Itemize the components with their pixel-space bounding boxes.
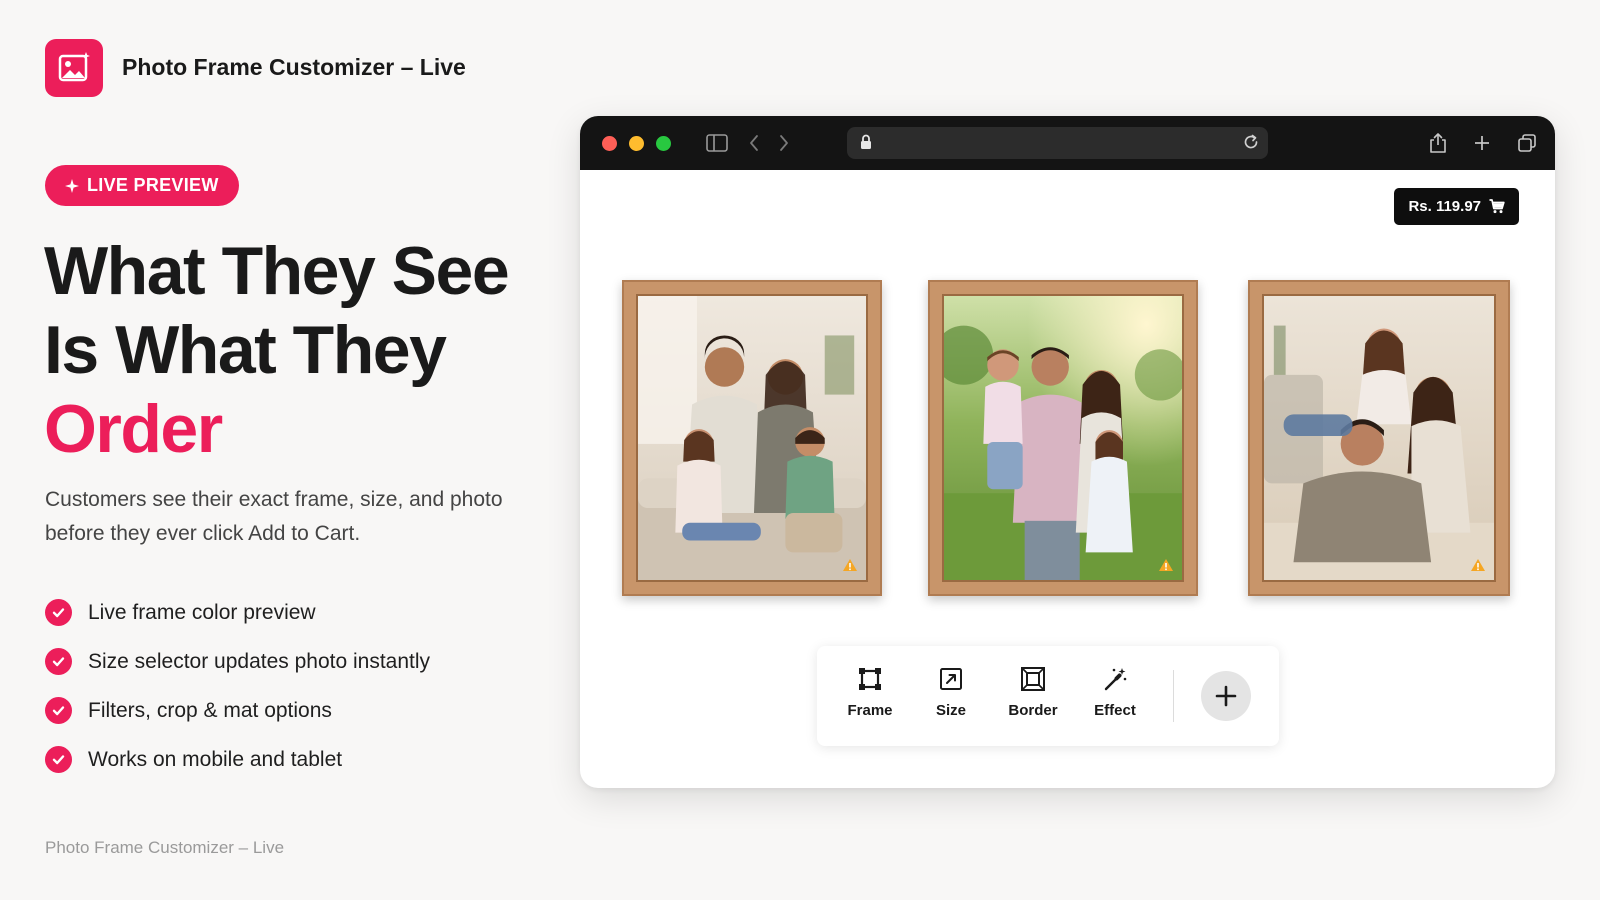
check-icon xyxy=(45,648,72,675)
live-preview-badge: LIVE PREVIEW xyxy=(45,165,239,206)
feature-list: Live frame color preview Size selector u… xyxy=(45,588,430,784)
cart-button[interactable]: Rs. 119.97 xyxy=(1394,188,1519,225)
feature-label: Size selector updates photo instantly xyxy=(88,649,431,673)
feature-label: Filters, crop & mat options xyxy=(88,698,332,722)
tool-label: Effect xyxy=(1094,702,1136,719)
feature-label: Live frame color preview xyxy=(88,600,316,624)
footer-text: Photo Frame Customizer – Live xyxy=(45,838,285,857)
magic-wand-icon xyxy=(1104,668,1127,691)
address-bar[interactable] xyxy=(847,127,1268,159)
tool-label: Frame xyxy=(847,702,893,719)
feature-item: Filters, crop & mat options xyxy=(45,686,430,735)
border-icon xyxy=(1021,667,1045,691)
minimize-window-button[interactable] xyxy=(629,136,644,151)
feature-item: Size selector updates photo instantly xyxy=(45,637,430,686)
feature-item: Live frame color preview xyxy=(45,588,430,637)
photo-frame-2[interactable] xyxy=(928,280,1198,596)
warning-icon xyxy=(1471,559,1485,571)
forward-icon[interactable] xyxy=(772,131,796,155)
toolbar-divider xyxy=(1173,670,1174,722)
size-tool-button[interactable]: Size xyxy=(916,666,986,719)
border-tool-button[interactable]: Border xyxy=(998,666,1068,719)
browser-window: Rs. 119.97 Frame Size Border Effect xyxy=(580,116,1555,788)
new-tab-icon[interactable] xyxy=(1470,131,1494,155)
tool-label: Border xyxy=(1008,702,1058,719)
photo-frame-3[interactable] xyxy=(1248,280,1510,596)
effect-tool-button[interactable]: Effect xyxy=(1080,666,1150,719)
family-sofa-photo xyxy=(638,296,866,580)
frame-crop-icon xyxy=(859,668,881,690)
sparkle-icon xyxy=(65,178,79,193)
headline-accent: Order xyxy=(44,391,223,467)
photo-frame-1[interactable] xyxy=(622,280,882,596)
headline: What They See Is What They Order xyxy=(44,232,510,469)
sidebar-toggle-icon[interactable] xyxy=(705,131,729,155)
hero-subtext: Customers see their exact frame, size, a… xyxy=(45,488,503,545)
headline-line-2: Is What They xyxy=(44,312,447,388)
tool-label: Size xyxy=(935,702,966,719)
image-sparkle-icon xyxy=(58,52,90,82)
warning-icon xyxy=(843,559,857,571)
check-icon xyxy=(45,599,72,626)
maximize-window-button[interactable] xyxy=(656,136,671,151)
cart-icon xyxy=(1489,199,1505,214)
close-window-button[interactable] xyxy=(602,136,617,151)
check-icon xyxy=(45,697,72,724)
headline-line-1: What They See xyxy=(44,233,510,309)
app-logo xyxy=(45,39,103,97)
share-icon[interactable] xyxy=(1426,131,1450,155)
back-icon[interactable] xyxy=(742,131,766,155)
tab-overview-icon[interactable] xyxy=(1515,131,1539,155)
family-floor-photo xyxy=(1264,296,1494,580)
badge-label: LIVE PREVIEW xyxy=(87,175,219,195)
plus-icon xyxy=(1215,685,1237,707)
feature-label: Works on mobile and tablet xyxy=(88,747,343,771)
editor-toolbar: Frame Size Border Effect xyxy=(817,646,1279,746)
resize-icon xyxy=(940,668,962,690)
browser-toolbar xyxy=(580,116,1555,170)
warning-icon xyxy=(1159,559,1173,571)
lock-icon xyxy=(860,134,872,155)
reload-icon[interactable] xyxy=(1242,133,1260,156)
check-icon xyxy=(45,746,72,773)
feature-item: Works on mobile and tablet xyxy=(45,735,430,784)
family-outdoors-photo xyxy=(944,296,1182,580)
cart-total: Rs. 119.97 xyxy=(1408,198,1481,215)
add-button[interactable] xyxy=(1201,671,1251,721)
app-title: Photo Frame Customizer – Live xyxy=(122,54,466,80)
frame-tool-button[interactable]: Frame xyxy=(835,666,905,719)
